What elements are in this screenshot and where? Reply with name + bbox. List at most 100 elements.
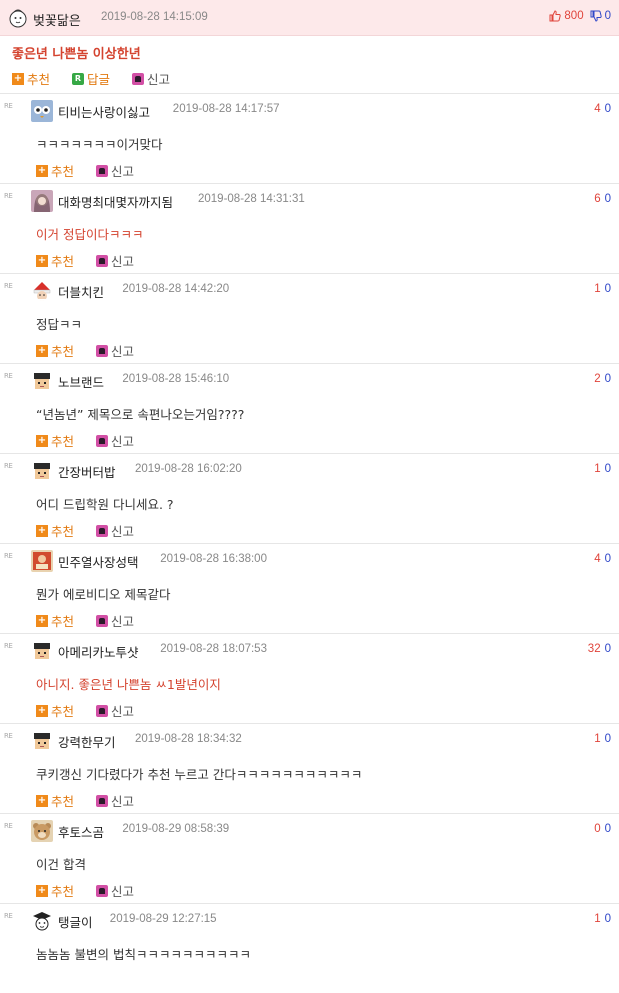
comment-down-count[interactable]: 0 xyxy=(605,193,611,205)
recommend-button[interactable]: + 추천 xyxy=(36,611,74,630)
report-button[interactable]: 신고 xyxy=(96,161,134,180)
commenter-nickname[interactable]: 티비는사랑이싫고 xyxy=(58,102,150,121)
comment-down-count[interactable]: 0 xyxy=(605,103,611,115)
recommend-button[interactable]: + 추천 xyxy=(36,701,74,720)
commenter-avatar[interactable] xyxy=(31,550,53,572)
recommend-button[interactable]: + 추천 xyxy=(36,881,74,900)
commenter-nickname[interactable]: 강력한무기 xyxy=(58,732,116,751)
comment-down-count[interactable]: 0 xyxy=(605,733,611,745)
comment-vote-counts: 20 xyxy=(594,373,611,385)
commenter-nickname[interactable]: 더블치킨 xyxy=(58,282,104,301)
comment-text: ㅋㅋㅋㅋㅋㅋㅋ이거맞다 xyxy=(36,137,163,152)
post-votes: 800 0 xyxy=(549,10,611,22)
recommend-button[interactable]: + 추천 xyxy=(36,431,74,450)
comment-up-count[interactable]: 4 xyxy=(594,553,600,565)
comment-actions: + 추천 신고 xyxy=(36,161,156,180)
report-button[interactable]: 신고 xyxy=(96,431,134,450)
comment-actions: + 추천 신고 xyxy=(36,521,156,540)
reply-button[interactable]: R 답글 xyxy=(72,69,110,88)
commenter-nickname[interactable]: 노브랜드 xyxy=(58,372,104,391)
recommend-button[interactable]: + 추천 xyxy=(36,161,74,180)
commenter-nickname[interactable]: 아메리카노투샷 xyxy=(58,642,139,661)
comment-down-count[interactable]: 0 xyxy=(605,373,611,385)
commenter-nickname[interactable]: 후토스곰 xyxy=(58,822,104,841)
comment-actions: + 추천 신고 xyxy=(36,431,156,450)
comment-vote-counts: 32 0 xyxy=(588,643,611,655)
commenter-avatar[interactable] xyxy=(31,730,53,752)
recommend-button[interactable]: + 추천 xyxy=(36,251,74,270)
comment-text: 뭔가 에로비디오 제목같다 xyxy=(36,587,171,602)
reply-marker-icon: RE xyxy=(4,822,13,830)
plus-icon: + xyxy=(36,164,48,177)
author-nickname[interactable]: 벚꽃닮은 xyxy=(33,10,81,29)
commenter-nickname[interactable]: 탱글이 xyxy=(58,912,93,931)
commenter-avatar[interactable] xyxy=(31,820,53,842)
report-button[interactable]: 신고 xyxy=(96,341,134,360)
thumbs-up-icon[interactable] xyxy=(549,10,562,22)
comment-up-count[interactable]: 1 xyxy=(594,733,600,745)
commenter-nickname[interactable]: 간장버터밥 xyxy=(58,462,116,481)
commenter-avatar[interactable] xyxy=(31,100,53,122)
reply-marker-icon: RE xyxy=(4,912,13,920)
author-avatar-icon[interactable] xyxy=(8,8,28,28)
report-button[interactable]: 신고 xyxy=(96,791,134,810)
commenter-avatar[interactable] xyxy=(31,910,53,932)
comment-date: 2019-08-28 14:31:31 xyxy=(198,193,305,205)
commenter-avatar[interactable] xyxy=(31,370,53,392)
comment-row: RE 대화명최대몇자까지됨 2019-08-28 14:31:31 60 이거 … xyxy=(0,183,619,273)
report-button[interactable]: 신고 xyxy=(96,611,134,630)
comment-date: 2019-08-29 08:58:39 xyxy=(122,823,230,835)
comment-row: RE 노브랜드 2019-08-28 15:46:10 20 “년놈년” 제목으… xyxy=(0,363,619,453)
comment-up-count[interactable]: 32 xyxy=(588,643,601,655)
report-icon xyxy=(96,704,109,717)
commenter-nickname[interactable]: 대화명최대몇자까지됨 xyxy=(58,192,173,211)
reply-marker-icon: RE xyxy=(4,282,13,290)
recommend-button[interactable]: + 추천 xyxy=(36,521,74,540)
comment-down-count[interactable]: 0 xyxy=(605,823,611,835)
recommend-button[interactable]: + 추천 xyxy=(36,341,74,360)
commenter-nickname[interactable]: 민주열사장성택 xyxy=(58,552,139,571)
comment-down-count[interactable]: 0 xyxy=(605,463,611,475)
recommend-button[interactable]: + 추천 xyxy=(36,791,74,810)
comment-down-count[interactable]: 0 xyxy=(605,553,611,565)
comment-down-count[interactable]: 0 xyxy=(605,913,611,925)
reply-marker-icon: RE xyxy=(4,642,13,650)
report-button[interactable]: 신고 xyxy=(96,521,134,540)
report-button[interactable]: 신고 xyxy=(96,701,134,720)
plus-icon: + xyxy=(36,884,48,897)
commenter-avatar[interactable] xyxy=(31,280,53,302)
report-icon xyxy=(96,164,109,177)
commenter-avatar[interactable] xyxy=(31,460,53,482)
comment-date: 2019-08-28 16:02:20 xyxy=(135,463,242,475)
recommend-button[interactable]: + 추천 xyxy=(12,69,50,88)
plus-icon: + xyxy=(12,72,24,85)
comment-up-count[interactable]: 4 xyxy=(594,103,600,115)
comment-date: 2019-08-28 18:07:53 xyxy=(160,643,267,655)
comment-up-count[interactable]: 1 xyxy=(594,463,600,475)
report-icon xyxy=(96,884,109,897)
comment-vote-counts: 10 xyxy=(594,913,611,925)
plus-icon: + xyxy=(36,344,48,357)
report-button[interactable]: 신고 xyxy=(96,251,134,270)
comment-up-count[interactable]: 1 xyxy=(594,283,600,295)
comment-up-count[interactable]: 6 xyxy=(594,193,600,205)
comment-up-count[interactable]: 1 xyxy=(594,913,600,925)
comment-row: RE 티비는사랑이싫고 2019-08-28 14:17:57 40 ㅋㅋㅋㅋㅋ… xyxy=(0,93,619,183)
comment-date: 2019-08-28 15:46:10 xyxy=(122,373,230,385)
comment-vote-counts: 40 xyxy=(594,103,611,115)
comment-down-count[interactable]: 0 xyxy=(605,283,611,295)
comment-date: 2019-08-28 16:38:00 xyxy=(160,553,267,565)
report-icon xyxy=(96,434,109,447)
thumbs-down-icon[interactable] xyxy=(590,10,602,22)
reply-marker-icon: RE xyxy=(4,462,13,470)
comment-row: RE 민주열사장성택 2019-08-28 16:38:00 40 뭔가 에로비… xyxy=(0,543,619,633)
comment-down-count[interactable]: 0 xyxy=(605,643,611,655)
report-button[interactable]: 신고 xyxy=(96,881,134,900)
report-button[interactable]: 신고 xyxy=(132,69,170,88)
plus-icon: + xyxy=(36,524,48,537)
commenter-avatar[interactable] xyxy=(31,640,53,662)
comment-up-count[interactable]: 2 xyxy=(594,373,600,385)
commenter-avatar[interactable] xyxy=(31,190,53,212)
comment-vote-counts: 10 xyxy=(594,733,611,745)
comment-up-count[interactable]: 0 xyxy=(594,823,600,835)
